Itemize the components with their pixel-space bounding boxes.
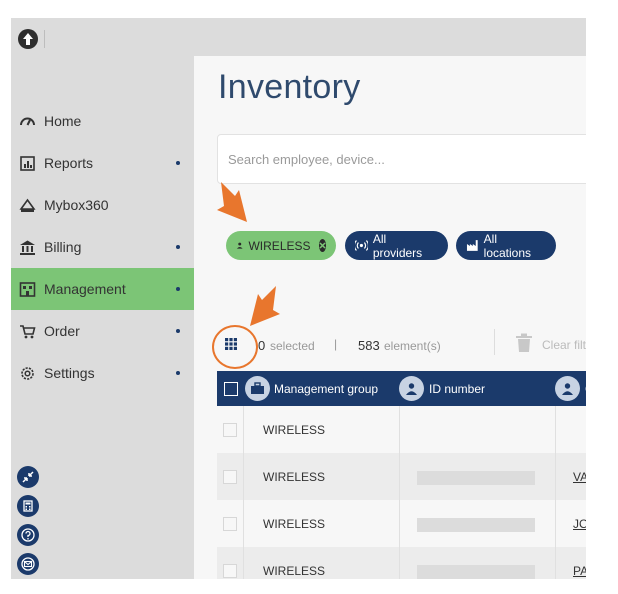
top-bar	[11, 18, 586, 56]
app-window: Home Reports Mybox360 Billing Management…	[11, 18, 586, 579]
person-icon	[555, 376, 580, 401]
select-all-checkbox[interactable]	[224, 382, 238, 396]
table-row[interactable]: WIRELESS PA	[217, 547, 586, 579]
cell-divider	[555, 500, 556, 547]
element-label: element(s)	[384, 339, 441, 353]
cell-divider	[555, 406, 556, 453]
selected-count: 0	[258, 338, 266, 353]
cell-divider	[243, 547, 244, 579]
building-icon	[19, 281, 36, 297]
help-icon[interactable]	[17, 524, 39, 546]
filter-chip-label: WIRELESS	[248, 238, 311, 253]
redacted-id-placeholder	[417, 518, 535, 532]
sidebar-item-mybox360[interactable]: Mybox360	[11, 184, 194, 226]
cell-divider	[399, 547, 400, 579]
dot-indicator	[176, 245, 180, 249]
row-checkbox[interactable]	[223, 470, 237, 484]
logo-divider	[44, 30, 45, 48]
close-icon[interactable]	[318, 239, 326, 252]
sidebar: Home Reports Mybox360 Billing Management…	[11, 56, 194, 579]
row-name-link[interactable]: PA	[573, 564, 586, 578]
clear-filters-button[interactable]: Clear filt	[542, 338, 586, 352]
cell-divider	[555, 453, 556, 500]
dot-indicator	[176, 329, 180, 333]
sidebar-item-label: Management	[44, 281, 126, 297]
group-icon	[245, 376, 270, 401]
cell-divider	[243, 406, 244, 453]
toolbar-divider	[494, 329, 495, 355]
redacted-id-placeholder	[417, 471, 535, 485]
redacted-id-placeholder	[417, 565, 535, 579]
dot-indicator	[176, 287, 180, 291]
row-name-link[interactable]: JO	[573, 517, 586, 531]
table-row[interactable]: WIRELESS VA	[217, 453, 586, 500]
row-management-group: WIRELESS	[263, 517, 326, 531]
box-icon	[19, 198, 36, 212]
column-header-name[interactable]: C	[585, 382, 586, 396]
table-header: Management group ID number C	[217, 371, 586, 406]
selected-label: selected	[270, 339, 315, 353]
cell-divider	[399, 406, 400, 453]
row-checkbox[interactable]	[223, 517, 237, 531]
chart-icon	[20, 155, 35, 171]
sidebar-item-label: Settings	[44, 365, 95, 381]
sidebar-item-label: Reports	[44, 155, 94, 171]
cart-icon	[20, 324, 36, 338]
person-icon	[399, 376, 424, 401]
page-title: Inventory	[218, 68, 361, 106]
row-name-link[interactable]: VA	[573, 470, 586, 484]
table-row[interactable]: WIRELESS JO	[217, 500, 586, 547]
sidebar-item-billing[interactable]: Billing	[11, 226, 194, 268]
cell-divider	[243, 500, 244, 547]
annotation-arrow-icon	[250, 286, 280, 326]
sidebar-item-home[interactable]: Home	[11, 100, 194, 142]
table-row[interactable]: WIRELESS	[217, 406, 586, 453]
user-icon	[236, 242, 243, 249]
row-checkbox[interactable]	[223, 423, 237, 437]
search-input[interactable]	[218, 135, 586, 183]
search-box[interactable]	[217, 134, 586, 184]
selection-bar: 0 selected | 583 element(s) Clear filt	[218, 326, 586, 366]
filter-chip-locations[interactable]: All locations	[456, 231, 556, 260]
cell-divider	[399, 500, 400, 547]
collapse-icon[interactable]	[17, 466, 39, 488]
filter-chip-providers[interactable]: All providers	[345, 231, 448, 260]
calculator-icon[interactable]	[17, 495, 39, 517]
dot-indicator	[176, 161, 180, 165]
trash-icon[interactable]	[515, 333, 533, 353]
app-logo-icon[interactable]	[18, 29, 38, 49]
sidebar-item-label: Order	[44, 323, 80, 339]
filter-chip-wireless[interactable]: WIRELESS	[226, 231, 336, 260]
dot-indicator	[176, 371, 180, 375]
mail-icon[interactable]	[17, 553, 39, 575]
cell-divider	[243, 453, 244, 500]
row-management-group: WIRELESS	[263, 423, 326, 437]
bank-icon	[20, 240, 35, 255]
sidebar-item-reports[interactable]: Reports	[11, 142, 194, 184]
row-checkbox[interactable]	[223, 564, 237, 578]
factory-icon	[466, 240, 478, 251]
annotation-highlight-ring	[212, 325, 258, 369]
column-header-management-group[interactable]: Management group	[274, 382, 378, 396]
sidebar-item-label: Billing	[44, 239, 82, 255]
gear-icon	[21, 366, 34, 380]
sidebar-item-label: Mybox360	[44, 197, 109, 213]
annotation-arrow-icon	[217, 182, 247, 222]
cell-divider	[399, 453, 400, 500]
filter-chip-label: All locations	[483, 231, 532, 260]
element-count: 583	[358, 338, 380, 353]
row-management-group: WIRELESS	[263, 470, 326, 484]
sidebar-item-order[interactable]: Order	[11, 310, 194, 352]
column-header-id-number[interactable]: ID number	[429, 382, 485, 396]
gauge-icon	[20, 117, 35, 125]
sidebar-item-label: Home	[44, 113, 82, 129]
antenna-icon	[355, 240, 368, 251]
sidebar-item-management[interactable]: Management	[11, 268, 194, 310]
row-management-group: WIRELESS	[263, 564, 326, 578]
sidebar-item-settings[interactable]: Settings	[11, 352, 194, 394]
filter-chip-label: All providers	[372, 231, 423, 260]
cell-divider	[555, 547, 556, 579]
selection-separator: |	[334, 337, 338, 351]
